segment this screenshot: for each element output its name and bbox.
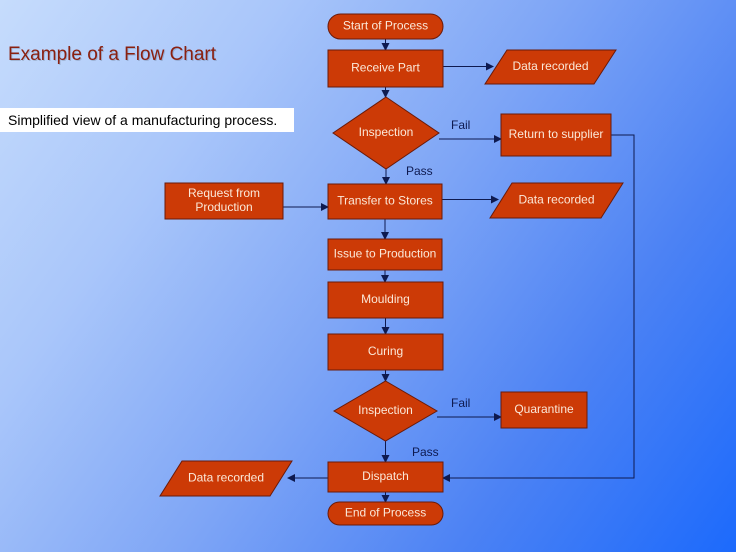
node-label: Data recorded <box>512 59 588 73</box>
node-end: End of Process <box>327 501 444 526</box>
edge-label-pass: Pass <box>406 164 433 178</box>
node-data3: Data recorded <box>159 460 293 497</box>
node-curing: Curing <box>327 333 444 371</box>
node-label: Issue to Production <box>334 247 437 261</box>
node-label: Request from <box>188 186 260 200</box>
flowchart: Fail Pass Fail Pass Start of Process Receive… <box>159 13 635 526</box>
node-quarantine: Quarantine <box>500 391 588 429</box>
node-label: End of Process <box>345 506 426 520</box>
node-transfer: Transfer to Stores <box>327 183 443 220</box>
node-label: Receive Part <box>351 61 420 75</box>
node-return: Return to supplier <box>500 113 612 157</box>
node-moulding: Moulding <box>327 281 444 319</box>
edge-label-pass: Pass <box>412 445 439 459</box>
edge-label-fail: Fail <box>451 118 470 132</box>
node-label: Start of Process <box>343 19 428 33</box>
node-data1: Data recorded <box>484 49 617 85</box>
node-start: Start of Process <box>327 13 444 40</box>
node-label: Inspection <box>359 125 414 139</box>
node-receive: Receive Part <box>327 49 444 88</box>
node-data2: Data recorded <box>489 182 624 219</box>
node-label: Transfer to Stores <box>337 194 433 208</box>
node-label: Production <box>195 200 252 214</box>
node-label: Moulding <box>361 292 410 306</box>
node-inspect2: Inspection <box>333 380 438 442</box>
node-label: Quarantine <box>514 402 574 416</box>
node-label: Dispatch <box>362 469 409 483</box>
node-dispatch: Dispatch <box>327 461 444 493</box>
node-issue: Issue to Production <box>327 238 443 271</box>
node-label: Data recorded <box>188 471 264 485</box>
node-label: Inspection <box>358 403 413 417</box>
node-label: Return to supplier <box>509 127 604 141</box>
node-request: Request fromProduction <box>164 182 284 220</box>
node-inspect1: Inspection <box>332 96 440 170</box>
node-label: Data recorded <box>518 193 594 207</box>
edge-label-fail: Fail <box>451 396 470 410</box>
node-label: Curing <box>368 344 403 358</box>
